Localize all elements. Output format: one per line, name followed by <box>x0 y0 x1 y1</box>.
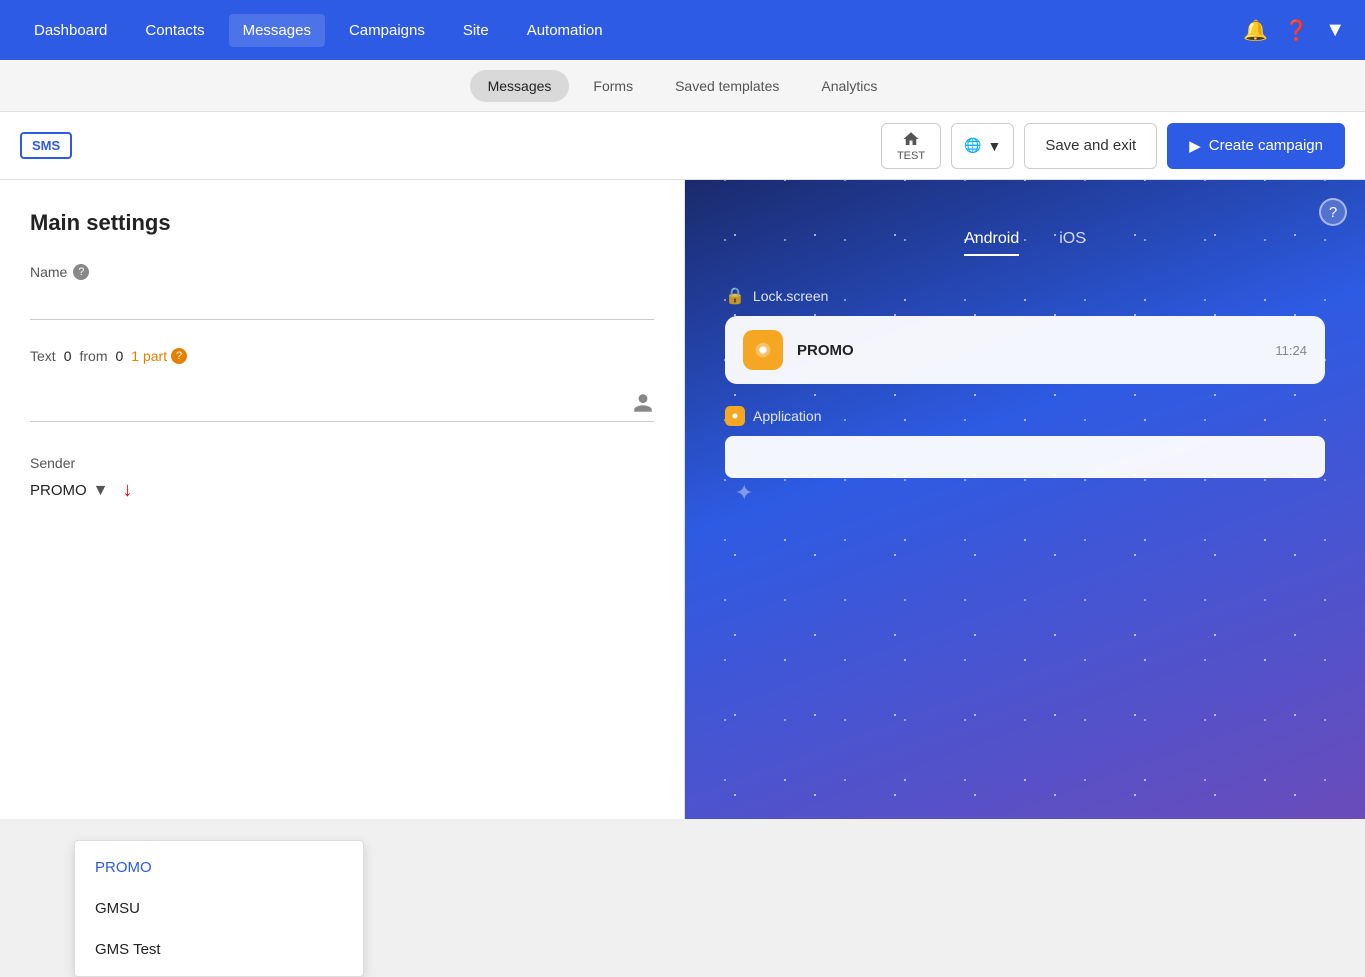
sender-value: PROMO <box>30 482 87 499</box>
create-campaign-button[interactable]: ▶ Create campaign <box>1167 123 1345 169</box>
lock-icon: 🔒 <box>725 286 745 306</box>
lock-screen-label: 🔒 Lock screen <box>725 286 1325 306</box>
toolbar: SMS TEST 🌐 ▼ Save and exit ▶ Create camp… <box>0 112 1365 180</box>
home-icon <box>902 130 920 148</box>
sender-select[interactable]: PROMO ▼ ↓ <box>30 479 654 502</box>
sms-badge: SMS <box>20 132 72 159</box>
application-section: Application <box>725 406 1325 478</box>
test-label: TEST <box>897 150 925 162</box>
text-part-label: 1 part ? <box>131 348 187 364</box>
lock-screen-section: 🔒 Lock screen PROMO 11:24 <box>725 286 1325 384</box>
lock-screen-text: Lock screen <box>753 288 828 304</box>
stars-background <box>685 180 1365 819</box>
help-icon[interactable]: ❓ <box>1284 18 1309 43</box>
sender-dropdown: PROMO GMSU GMS Test <box>74 840 364 977</box>
nav-dashboard[interactable]: Dashboard <box>20 14 121 47</box>
nav-contacts[interactable]: Contacts <box>131 14 218 47</box>
right-panel: + ✦ ? Android iOS 🔒 Lock screen PROMO 11… <box>685 180 1365 819</box>
bell-icon[interactable]: 🔔 <box>1243 18 1268 43</box>
top-nav-right: 🔔 ❓ ▼ <box>1243 18 1345 43</box>
dropdown-item-gms-test[interactable]: GMS Test <box>75 929 363 970</box>
text-from-count: 0 <box>115 348 123 364</box>
create-campaign-label: Create campaign <box>1209 137 1323 154</box>
text-from-label: from <box>79 348 107 364</box>
play-icon: ▶ <box>1189 137 1201 155</box>
sub-nav-forms[interactable]: Forms <box>575 70 651 102</box>
preview-tabs: Android iOS <box>685 230 1365 256</box>
nav-automation[interactable]: Automation <box>513 14 617 47</box>
name-input[interactable] <box>30 286 654 320</box>
application-label: Application <box>725 406 1325 426</box>
notification-time: 11:24 <box>1275 343 1307 358</box>
dropdown-item-gmsu[interactable]: GMSU <box>75 888 363 929</box>
nav-expand-icon[interactable]: ▼ <box>1325 19 1345 42</box>
name-help-icon[interactable]: ? <box>73 264 89 280</box>
text-part-help-icon[interactable]: ? <box>171 348 187 364</box>
sub-nav-analytics[interactable]: Analytics <box>803 70 895 102</box>
name-field-label: Name ? <box>30 264 654 280</box>
text-area-container <box>30 372 654 427</box>
main-content: Main settings Name ? Text 0 from 0 1 par… <box>0 180 1365 819</box>
text-char-count: 0 <box>64 348 72 364</box>
nav-campaigns[interactable]: Campaigns <box>335 14 439 47</box>
top-navigation: Dashboard Contacts Messages Campaigns Si… <box>0 0 1365 60</box>
test-button[interactable]: TEST <box>881 123 941 169</box>
notification-card: PROMO 11:24 <box>725 316 1325 384</box>
text-area[interactable] <box>30 372 654 422</box>
globe-icon: 🌐 <box>964 137 981 154</box>
sub-nav-messages[interactable]: Messages <box>470 70 570 102</box>
tab-android[interactable]: Android <box>964 230 1019 256</box>
personalization-icon[interactable] <box>632 392 654 419</box>
sender-field-label: Sender <box>30 455 654 471</box>
plus-decoration-2: ✦ <box>735 480 753 506</box>
nav-messages[interactable]: Messages <box>229 14 325 47</box>
text-field-label: Text <box>30 348 56 364</box>
red-arrow-indicator: ↓ <box>123 479 133 502</box>
globe-dropdown-icon: ▼ <box>987 138 1001 154</box>
dropdown-item-promo[interactable]: PROMO <box>75 847 363 888</box>
sub-navigation: Messages Forms Saved templates Analytics <box>0 60 1365 112</box>
sender-chevron-icon: ▼ <box>93 482 109 500</box>
preview-help-icon[interactable]: ? <box>1319 198 1347 226</box>
nav-site[interactable]: Site <box>449 14 503 47</box>
left-panel: Main settings Name ? Text 0 from 0 1 par… <box>0 180 685 819</box>
main-settings-title: Main settings <box>30 210 654 236</box>
notification-title: PROMO <box>797 342 1261 359</box>
save-exit-button[interactable]: Save and exit <box>1024 123 1157 169</box>
app-icon-small <box>725 406 745 426</box>
globe-button[interactable]: 🌐 ▼ <box>951 123 1014 169</box>
application-text-field <box>725 436 1325 478</box>
tab-ios[interactable]: iOS <box>1059 230 1086 256</box>
app-icon-orange <box>743 330 783 370</box>
text-row: Text 0 from 0 1 part ? <box>30 348 654 364</box>
sub-nav-saved-templates[interactable]: Saved templates <box>657 70 797 102</box>
application-text: Application <box>753 408 822 424</box>
